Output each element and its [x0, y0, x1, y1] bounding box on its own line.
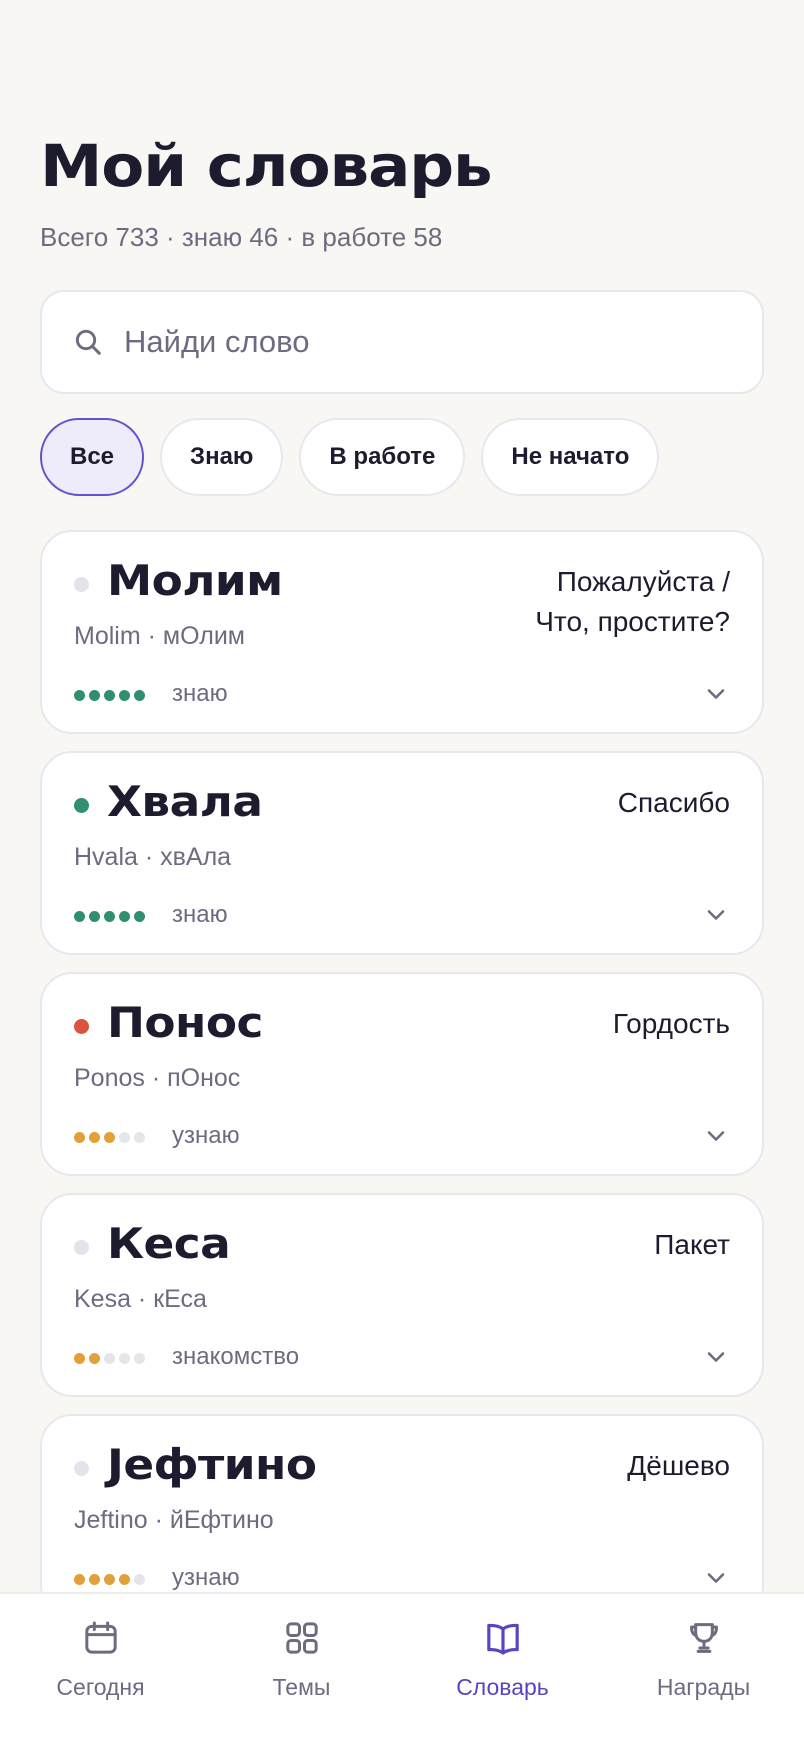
word-card[interactable]: Кеса Пакет Kesa · кЕса знакомство: [40, 1193, 764, 1397]
filter-chips: Все Знаю В работе Не начато: [40, 418, 660, 496]
chevron-down-icon[interactable]: [702, 1122, 730, 1150]
progress-dot: [89, 911, 100, 922]
chevron-down-icon[interactable]: [702, 680, 730, 708]
dictionary-screen: Мой словарь Всего 733 · знаю 46 · в рабо…: [0, 0, 804, 1748]
search-box[interactable]: [40, 290, 764, 394]
word-card[interactable]: Понос Гордость Ponos · пОнос узнаю: [40, 972, 764, 1176]
progress-dot: [134, 1574, 145, 1585]
word-translation: Пакет: [654, 1229, 730, 1260]
word-card[interactable]: Хвала Спасибо Hvala · хвАла знаю: [40, 751, 764, 955]
word-text: Молим: [107, 556, 283, 605]
progress-dot: [89, 690, 100, 701]
word-level: знакомство: [172, 1343, 300, 1370]
word-level: узнаю: [172, 1122, 240, 1149]
word-transliteration: Kesa · кЕса: [74, 1285, 207, 1313]
calendar-icon: [84, 1621, 117, 1654]
filter-in-progress[interactable]: В работе: [299, 418, 466, 496]
progress-dots: [74, 911, 145, 922]
progress-dot: [89, 1353, 100, 1364]
word-card[interactable]: Јефтино Дёшево Jeftino · йЕфтино узнаю: [40, 1414, 764, 1618]
progress-dot: [134, 690, 145, 701]
progress-dot: [104, 1132, 115, 1143]
trophy-icon: [689, 1623, 718, 1653]
word-transliteration: Hvala · хвАла: [74, 843, 232, 871]
word-list: Молим Пожалуйста / Что, простите? Molim …: [40, 530, 764, 1635]
progress-dot: [74, 1132, 85, 1143]
progress-dot: [119, 911, 130, 922]
word-text: Понос: [107, 998, 263, 1047]
status-dot: [74, 1240, 89, 1255]
bottom-tab-bar: Сегодня Темы Словарь Награды: [0, 1592, 804, 1748]
word-transliteration: Jeftino · йЕфтино: [74, 1506, 274, 1534]
tab-label: Сегодня: [56, 1674, 145, 1700]
word-translation: Гордость: [612, 1008, 730, 1039]
chevron-down-icon[interactable]: [702, 1564, 730, 1592]
page-title: Мой словарь: [40, 132, 493, 200]
progress-dot: [119, 1574, 130, 1585]
chevron-down-icon[interactable]: [702, 1343, 730, 1371]
tab-label: Словарь: [456, 1674, 549, 1700]
progress-dot: [119, 690, 130, 701]
status-dot: [74, 798, 89, 813]
word-text: Кеса: [107, 1219, 231, 1268]
filter-known[interactable]: Знаю: [160, 418, 284, 496]
word-level: узнаю: [172, 1564, 240, 1591]
status-dot: [74, 577, 89, 592]
tab-label: Темы: [272, 1674, 331, 1700]
search-icon: [75, 329, 101, 355]
progress-dot: [74, 911, 85, 922]
word-translation: Спасибо: [617, 787, 730, 818]
progress-dot: [104, 690, 115, 701]
tab-dictionary[interactable]: Словарь: [402, 1594, 603, 1748]
grid-icon: [285, 1622, 318, 1654]
status-dot: [74, 1019, 89, 1034]
word-level: знаю: [172, 680, 228, 707]
search-input[interactable]: [124, 324, 724, 360]
filter-not-started[interactable]: Не начато: [481, 418, 660, 496]
word-translation: Дёшево: [627, 1450, 730, 1481]
progress-dot: [74, 1353, 85, 1364]
progress-dot: [104, 1353, 115, 1364]
progress-dot: [134, 911, 145, 922]
progress-dot: [89, 1574, 100, 1585]
tab-label: Награды: [656, 1674, 751, 1700]
word-translation: Пожалуйста / Что, простите?: [535, 566, 730, 637]
progress-dots: [74, 1574, 145, 1585]
dictionary-stats: Всего 733 · знаю 46 · в работе 58: [40, 222, 443, 252]
word-text: Јефтино: [107, 1440, 317, 1489]
tab-rewards[interactable]: Награды: [603, 1594, 804, 1748]
progress-dot: [74, 1574, 85, 1585]
progress-dots: [74, 1132, 145, 1143]
word-card[interactable]: Молим Пожалуйста / Что, простите? Molim …: [40, 530, 764, 734]
progress-dot: [74, 690, 85, 701]
progress-dot: [119, 1353, 130, 1364]
filter-all[interactable]: Все: [40, 418, 145, 496]
chevron-down-icon[interactable]: [702, 901, 730, 929]
progress-dot: [89, 1132, 100, 1143]
word-level: знаю: [172, 901, 228, 928]
progress-dot: [134, 1132, 145, 1143]
progress-dots: [74, 690, 145, 701]
word-transliteration: Ponos · пОнос: [74, 1064, 241, 1092]
tab-topics[interactable]: Темы: [201, 1594, 402, 1748]
status-dot: [74, 1461, 89, 1476]
progress-dot: [119, 1132, 130, 1143]
word-transliteration: Molim · мОлим: [74, 622, 245, 650]
tab-today[interactable]: Сегодня: [0, 1594, 201, 1748]
word-text: Хвала: [107, 777, 263, 826]
progress-dots: [74, 1353, 145, 1364]
progress-dot: [134, 1353, 145, 1364]
progress-dot: [104, 1574, 115, 1585]
book-icon: [486, 1623, 519, 1655]
progress-dot: [104, 911, 115, 922]
